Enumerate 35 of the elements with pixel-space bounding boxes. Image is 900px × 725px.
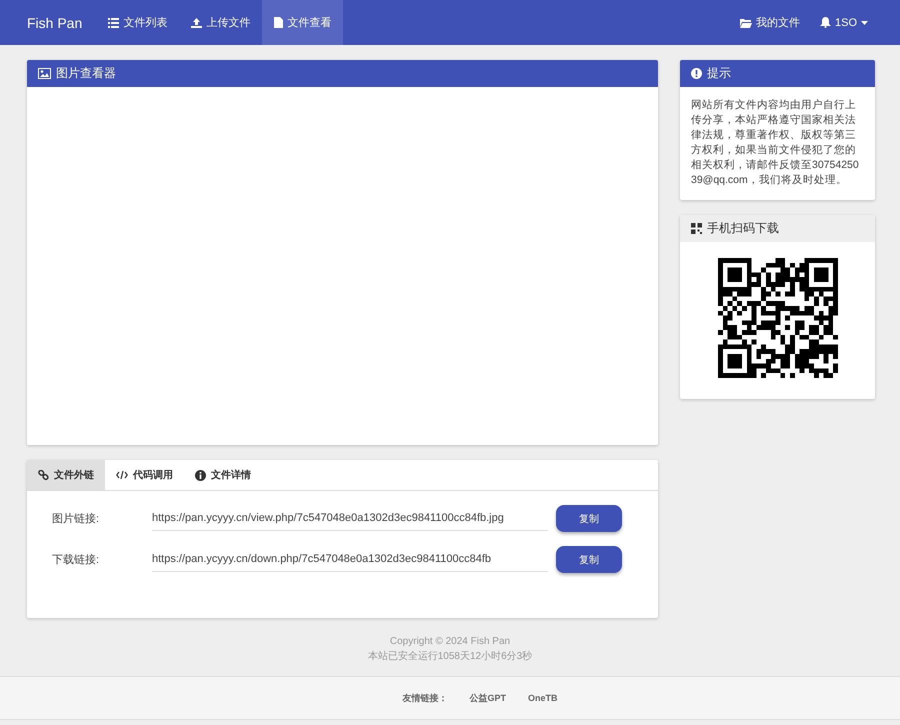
copy-button[interactable]: 复制 [556, 546, 622, 573]
notice-text: 网站所有文件内容均由用户自行上传分享，本站严格遵守国家相关法律法规，尊重著作权、版权等第三方权利，如果当前文件侵犯了您的相关权利，请邮件反馈至3075425039@qq.com，我们将及时处理。 [690, 98, 860, 188]
qr-icon [691, 223, 702, 234]
tab[interactable]: 文件详情 [184, 460, 262, 490]
copy-button[interactable]: 复制 [556, 505, 622, 532]
link-field[interactable]: https://pan.ycyyy.cn/view.php/7c547048e0a1302d3ec9841100cc84fb.jpg [152, 506, 548, 531]
friend-links-label: 友情链接： [402, 692, 448, 704]
nav-tab[interactable]: 上传文件 [179, 0, 262, 45]
list-icon [108, 18, 120, 28]
nav-link[interactable]: 我的文件 [730, 0, 810, 45]
panel-title: 手机扫码下载 [707, 220, 779, 237]
field-label: 下载链接: [52, 552, 100, 567]
nav-link[interactable]: 1SO [810, 0, 878, 45]
file-icon [274, 17, 284, 28]
bell-icon [820, 17, 831, 28]
link-field[interactable]: https://pan.ycyyy.cn/down.php/7c547048e0a1302d3ec9841100cc84fb [152, 547, 548, 572]
tab[interactable]: 文件外链 [27, 460, 105, 490]
field-label: 图片链接: [52, 512, 100, 526]
folder-icon [740, 18, 752, 28]
nav-tab[interactable]: 文件列表 [96, 0, 180, 45]
panel-title: 图片查看器 [56, 65, 116, 82]
alert-icon [691, 68, 702, 79]
friend-link[interactable]: OneTB [528, 693, 558, 703]
image-icon [38, 68, 51, 79]
brand-logo-text[interactable]: Fish Pan [27, 14, 88, 30]
tab[interactable]: 代码调用 [105, 460, 184, 490]
panel-title: 提示 [707, 65, 731, 82]
link-icon [38, 470, 49, 480]
uptime-text: 本站已安全运行1058天12小时6分3秒 [366, 650, 534, 664]
nav-tab[interactable]: 文件查看 [262, 0, 344, 45]
upload-icon [191, 18, 202, 28]
friend-link[interactable]: 公益GPT [469, 692, 506, 704]
copyright-text: Copyright © 2024 Fish Pan [388, 635, 512, 649]
code-icon [116, 470, 128, 480]
info-icon [195, 470, 206, 480]
